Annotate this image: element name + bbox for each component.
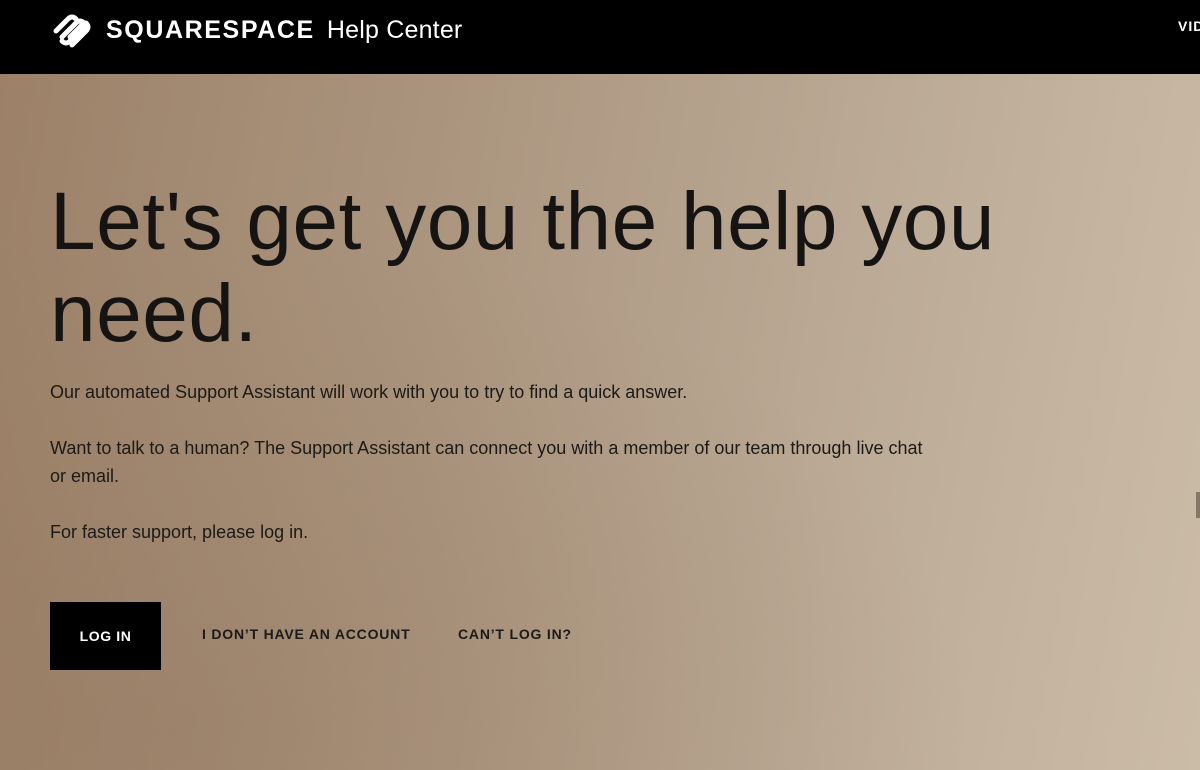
squarespace-logo-icon [53, 14, 91, 48]
background-image-fragment [1196, 492, 1200, 518]
nav-link-partial[interactable]: VID [1178, 18, 1200, 34]
no-account-link[interactable]: I DON’T HAVE AN ACCOUNT [202, 626, 410, 642]
page-headline: Let's get you the help you need. [50, 176, 995, 359]
brand-name: SQUARESPACE [106, 15, 315, 44]
login-button[interactable]: LOG IN [50, 602, 161, 670]
cant-login-link[interactable]: CAN’T LOG IN? [458, 626, 572, 642]
home-logo-link[interactable]: SQUARESPACE Help Center [50, 10, 462, 50]
intro-paragraph: Our automated Support Assistant will wor… [50, 382, 688, 402]
top-navigation-bar: SQUARESPACE Help Center VID [0, 0, 1200, 74]
human-support-paragraph: Want to talk to a human? The Support Ass… [50, 438, 923, 486]
login-hint-paragraph: For faster support, please log in. [50, 522, 309, 542]
brand-subtitle: Help Center [326, 15, 463, 44]
